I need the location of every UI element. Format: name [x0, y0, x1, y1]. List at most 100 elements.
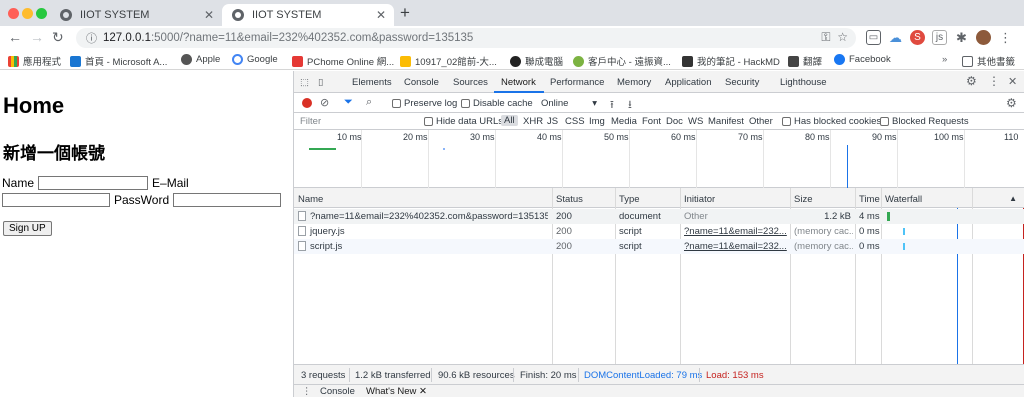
more-options-icon[interactable]: ⋮ [988, 74, 1000, 88]
avatar[interactable] [976, 30, 991, 45]
bookmark-microsoft[interactable]: 首頁 - Microsoft A... [70, 54, 167, 68]
filter-type-js[interactable]: JS [547, 116, 558, 127]
col-header-size[interactable]: Size [790, 188, 855, 208]
hide-data-urls-checkbox[interactable]: Hide data URLs [424, 116, 503, 127]
tab-console[interactable]: Console [404, 77, 439, 88]
filter-type-media[interactable]: Media [611, 116, 637, 127]
zoom-window-button[interactable] [36, 8, 47, 19]
bookmark-translate[interactable]: 翻譯 [788, 54, 822, 68]
col-header-waterfall[interactable]: Waterfall ▲ [881, 188, 1024, 208]
filter-type-font[interactable]: Font [642, 116, 661, 127]
drawer-tab-console[interactable]: Console [320, 386, 355, 397]
initiator-link[interactable]: ?name=11&email=232... [684, 241, 788, 252]
email-input[interactable] [2, 193, 110, 207]
record-icon[interactable] [302, 98, 312, 108]
settings-icon[interactable]: ⚙ [966, 74, 977, 88]
filter-input[interactable]: Filter [300, 116, 321, 127]
filter-type-xhr[interactable]: XHR [523, 116, 543, 127]
tab-network[interactable]: Network [501, 77, 536, 88]
js-extension-icon[interactable]: js [932, 30, 947, 45]
bookmark-hackmd[interactable]: 我的筆記 - HackMD [682, 54, 780, 68]
col-header-type[interactable]: Type [615, 188, 680, 208]
page-content: Home 新增一個帳號 Name E–Mail PassWord Sign UP [0, 71, 293, 397]
bookmark-10917[interactable]: 10917_02館前-大... [400, 54, 497, 68]
filter-icon[interactable]: ⏷ [344, 96, 353, 109]
browser-tab-1[interactable]: IIOT SYSTEM ✕ [50, 4, 222, 26]
close-icon[interactable]: ✕ [419, 386, 427, 397]
filter-type-img[interactable]: Img [589, 116, 605, 127]
filter-type-all[interactable]: All [501, 115, 518, 126]
network-settings-icon[interactable]: ⚙ [1006, 96, 1017, 110]
requests-table: Name Status Type Initiator Size Time Wat… [294, 188, 1024, 364]
close-devtools-icon[interactable]: ✕ [1008, 75, 1017, 88]
filter-type-doc[interactable]: Doc [666, 116, 683, 127]
drawer-menu-icon[interactable]: ⋮ [302, 386, 312, 397]
info-icon[interactable]: ⓘ [86, 30, 97, 46]
menu-icon[interactable]: ⋮ [998, 30, 1013, 45]
close-tab-icon[interactable]: ✕ [376, 8, 386, 22]
tab-security[interactable]: Security [725, 77, 759, 88]
bookmark-facebook[interactable]: Facebook [834, 54, 891, 65]
browser-tab-2[interactable]: IIOT SYSTEM ✕ [222, 4, 394, 26]
filter-type-css[interactable]: CSS [565, 116, 585, 127]
table-row[interactable]: jquery.js 200 script ?name=11&email=232.… [294, 224, 1024, 239]
tab-lighthouse[interactable]: Lighthouse [780, 77, 826, 88]
has-blocked-cookies-checkbox[interactable]: Has blocked cookies [782, 116, 881, 127]
timeline-tick: 60 ms [671, 132, 696, 142]
reload-icon[interactable]: ↻ [52, 29, 64, 46]
preserve-log-checkbox[interactable]: Preserve log [392, 98, 457, 109]
table-row[interactable]: script.js 200 script ?name=11&email=232.… [294, 239, 1024, 254]
filter-type-manifest[interactable]: Manifest [708, 116, 744, 127]
s-extension-icon[interactable]: S [910, 30, 925, 45]
url-input[interactable]: ⓘ 127.0.0.1:5000/?name=11&email=232%4023… [76, 28, 856, 48]
bookmark-google[interactable]: Google [232, 54, 278, 65]
key-icon[interactable]: ⚿ [821, 30, 830, 44]
clear-icon[interactable]: ⊘ [320, 96, 329, 109]
filter-type-other[interactable]: Other [749, 116, 773, 127]
bookmark-other[interactable]: 其他書籤 [962, 54, 1015, 68]
table-row[interactable]: ?name=11&email=232%402352.com&password=1… [294, 209, 1024, 224]
col-header-name[interactable]: Name [294, 188, 552, 208]
col-header-initiator[interactable]: Initiator [680, 188, 790, 208]
disable-cache-checkbox[interactable]: Disable cache [461, 98, 533, 109]
password-input[interactable] [173, 193, 282, 207]
chevron-down-icon: ▾ [592, 98, 598, 109]
tab-elements[interactable]: Elements [352, 77, 392, 88]
bookmark-apple[interactable]: Apple [181, 54, 220, 65]
blocked-requests-checkbox[interactable]: Blocked Requests [880, 116, 969, 127]
bookmarks-overflow-icon[interactable]: » [942, 54, 947, 65]
signup-button[interactable]: Sign UP [3, 221, 52, 236]
tab-performance[interactable]: Performance [550, 77, 604, 88]
puzzle-icon[interactable]: ✱ [954, 30, 969, 45]
close-window-button[interactable] [8, 8, 19, 19]
col-header-time[interactable]: Time [855, 188, 881, 208]
back-icon[interactable]: ← [8, 29, 22, 45]
network-overview-timeline[interactable]: 10 ms 20 ms 30 ms 40 ms 50 ms 60 ms 70 m… [294, 130, 1024, 188]
apple-icon [181, 54, 192, 65]
inspect-icon[interactable]: ⬚ [300, 77, 309, 88]
device-toolbar-icon[interactable]: ▯ [318, 77, 323, 88]
close-tab-icon[interactable]: ✕ [204, 8, 214, 22]
initiator-link[interactable]: ?name=11&email=232... [684, 226, 788, 237]
bookmark-lccnet[interactable]: 聯成電腦 [510, 54, 563, 68]
tab-sources[interactable]: Sources [453, 77, 488, 88]
cloud-icon[interactable]: ☁ [888, 30, 903, 45]
throttling-select[interactable]: Online ▾ [541, 98, 597, 109]
name-input[interactable] [38, 176, 149, 190]
new-tab-button[interactable]: + [400, 3, 410, 23]
timeline-tick: 20 ms [403, 132, 428, 142]
bookmark-apps[interactable]: 應用程式 [8, 54, 61, 68]
minimize-window-button[interactable] [22, 8, 33, 19]
bookmark-customer-center[interactable]: 客戶中心 - 遠振資... [573, 54, 671, 68]
bookmark-pchome[interactable]: PChome Online 網... [292, 54, 394, 68]
cast-icon[interactable]: ▭ [866, 30, 881, 45]
tab-application[interactable]: Application [665, 77, 711, 88]
filter-type-ws[interactable]: WS [688, 116, 703, 127]
drawer-tab-whats-new[interactable]: What's New ✕ [366, 386, 427, 397]
timeline-tick: 80 ms [805, 132, 830, 142]
star-icon[interactable]: ☆ [837, 30, 848, 44]
search-icon[interactable]: ⌕ [366, 96, 372, 109]
col-header-status[interactable]: Status [552, 188, 615, 208]
forward-icon[interactable]: → [30, 29, 44, 45]
tab-memory[interactable]: Memory [617, 77, 651, 88]
